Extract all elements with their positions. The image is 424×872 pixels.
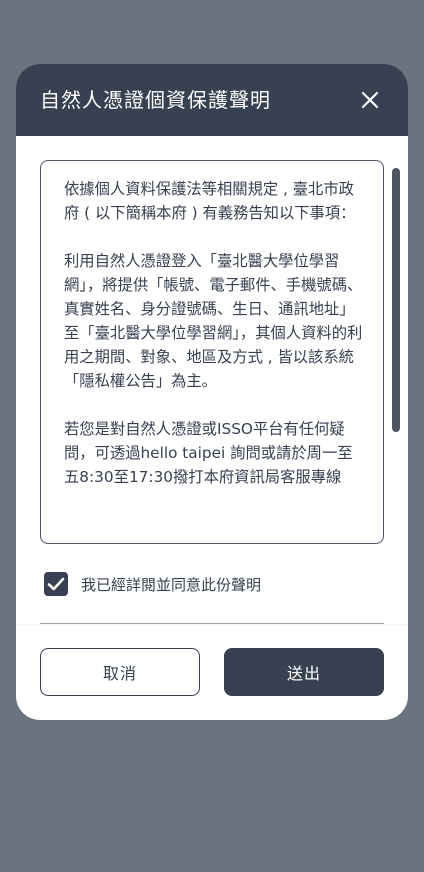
cancel-button[interactable]: 取消 — [40, 648, 200, 696]
footer-divider — [16, 624, 408, 625]
notice-scrollbar-thumb[interactable] — [392, 168, 400, 432]
close-icon — [361, 91, 379, 109]
privacy-consent-dialog: 自然人憑證個資保護聲明 依據個人資料保護法等相關規定 , 臺北市政府 ( 以下簡… — [16, 64, 408, 720]
agree-checkbox[interactable] — [44, 572, 68, 596]
check-icon — [47, 577, 65, 591]
close-button[interactable] — [356, 86, 384, 114]
privacy-notice-text: 依據個人資料保護法等相關規定 , 臺北市政府 ( 以下簡稱本府 ) 有義務告知以… — [41, 161, 383, 489]
notice-paragraph: 利用自然人憑證登入「臺北醫大學位學習網」，將提供「帳號、電子郵件、手機號碼、真實… — [64, 252, 363, 390]
notice-paragraph: 依據個人資料保護法等相關規定 , 臺北市政府 ( 以下簡稱本府 ) 有義務告知以… — [64, 180, 356, 222]
dialog-title: 自然人憑證個資保護聲明 — [40, 88, 271, 112]
agree-label: 我已經詳閱並同意此份聲明 — [81, 575, 262, 594]
privacy-notice-scroll-area[interactable]: 依據個人資料保護法等相關規定 , 臺北市政府 ( 以下簡稱本府 ) 有義務告知以… — [40, 160, 384, 544]
content-divider — [40, 623, 384, 624]
agree-checkbox-row[interactable]: 我已經詳閱並同意此份聲明 — [44, 572, 261, 596]
dialog-header: 自然人憑證個資保護聲明 — [16, 64, 408, 136]
submit-button[interactable]: 送出 — [224, 648, 384, 696]
notice-paragraph: 若您是對自然人憑證或ISSO平台有任何疑問，可透過hello taipei 詢問… — [64, 420, 353, 486]
